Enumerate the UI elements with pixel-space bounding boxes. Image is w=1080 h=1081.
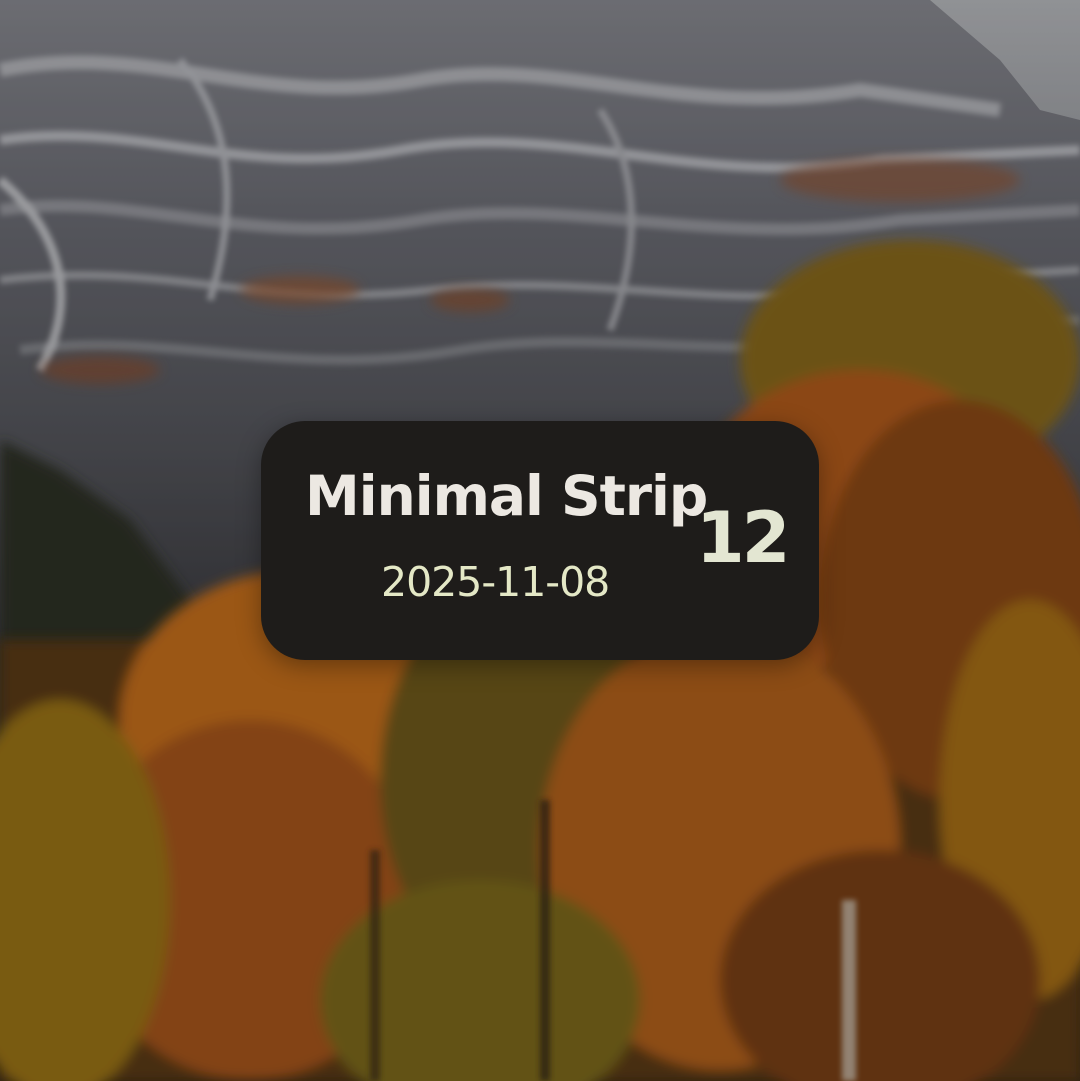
widget-date: 2025-11-08 xyxy=(381,558,610,606)
widget-day-number: 12 xyxy=(696,497,790,579)
minimal-strip-widget[interactable]: Minimal Strip 12 2025-11-08 xyxy=(261,421,819,660)
widget-title: Minimal Strip xyxy=(305,464,708,528)
